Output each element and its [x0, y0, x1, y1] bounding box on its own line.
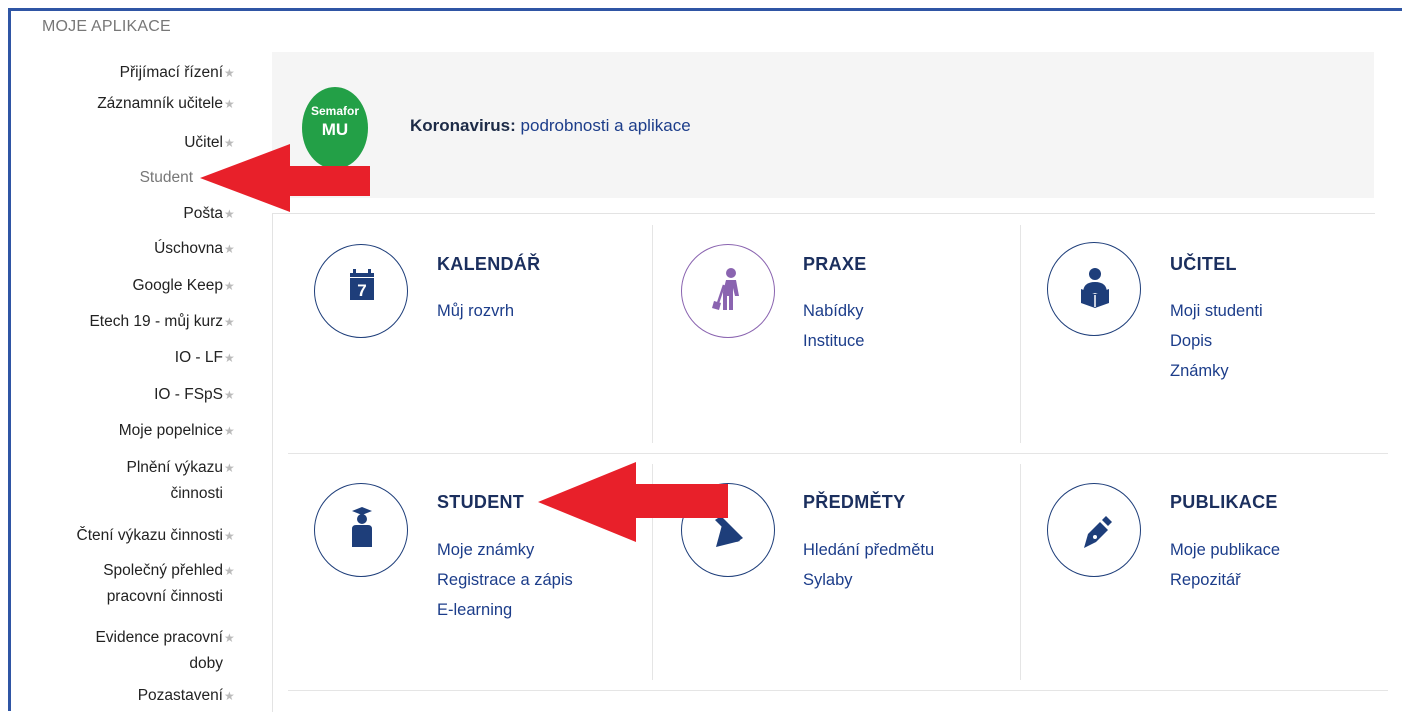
banner-link[interactable]: podrobnosti a aplikace: [521, 116, 691, 135]
grid-divider: [1020, 225, 1021, 443]
pin-icon[interactable]: ★: [224, 455, 238, 481]
banner-label: Koronavirus:: [410, 116, 516, 135]
pin-icon[interactable]: ★: [224, 60, 238, 86]
grid-divider: [288, 690, 1388, 691]
link-repozitar[interactable]: Repozitář: [1170, 571, 1241, 590]
sidebar-item-spolecny-prehled[interactable]: Společný přehled pracovní činnosti: [103, 558, 223, 610]
pin-icon[interactable]: ★: [224, 418, 238, 444]
grid-divider: [652, 225, 653, 443]
calendar-icon: 7: [350, 269, 374, 300]
tile-title-praxe[interactable]: PRAXE: [803, 254, 867, 275]
calendar-day: 7: [357, 281, 366, 300]
banner-text: Koronavirus: podrobnosti a aplikace: [410, 116, 691, 136]
student-tile-circle[interactable]: [314, 483, 408, 577]
pin-icon[interactable]: ★: [224, 91, 238, 117]
pin-icon[interactable]: ★: [224, 236, 238, 262]
pin-icon[interactable]: ★: [224, 345, 238, 371]
link-hledani-predmetu[interactable]: Hledání předmětu: [803, 541, 934, 560]
sidebar-item-label: IO - LF: [174, 349, 223, 366]
red-arrow-annotation: [200, 144, 370, 212]
sidebar-item-moje-popelnice[interactable]: Moje popelnice: [119, 418, 223, 444]
sidebar-item-label: Google Keep: [132, 277, 224, 294]
sidebar-item-label: Student: [139, 169, 193, 186]
semafor-badge-line1: Semafor: [310, 104, 360, 118]
reading-person-icon: [1081, 268, 1109, 308]
link-instituce[interactable]: Instituce: [803, 332, 864, 351]
praxe-tile-circle[interactable]: [681, 244, 775, 338]
sidebar-item-label: Evidence pracovní: [95, 629, 223, 646]
link-nabidky[interactable]: Nabídky: [803, 302, 864, 321]
sidebar-item-label: Pozastavení: [137, 687, 223, 704]
tile-title-predmety[interactable]: PŘEDMĚTY: [803, 492, 905, 513]
semafor-badge-line2: MU: [321, 120, 349, 139]
sidebar-item-label: Záznamník učitele: [97, 95, 223, 112]
sidebar-item-label: činnosti: [170, 485, 223, 502]
fountain-pen-icon: [1084, 516, 1112, 548]
pin-icon[interactable]: ★: [224, 382, 238, 408]
sidebar-item-io-fsps[interactable]: IO - FSpS: [154, 382, 223, 408]
pin-icon[interactable]: ★: [224, 273, 238, 299]
sidebar-item-etech[interactable]: Etech 19 - můj kurz: [89, 309, 223, 335]
sidebar-item-google-keep[interactable]: Google Keep: [133, 273, 224, 299]
pin-icon[interactable]: ★: [224, 309, 238, 335]
link-sylaby[interactable]: Sylaby: [803, 571, 853, 590]
sidebar-item-pozastaveni[interactable]: Pozastavení: [138, 683, 223, 709]
pin-icon[interactable]: ★: [224, 683, 238, 709]
sidebar-item-plneni-vykazu[interactable]: Plnění výkazu činnosti: [127, 455, 224, 507]
sidebar-item-prijimaci-rizeni[interactable]: Přijímací řízení: [120, 60, 223, 86]
link-registrace-a-zapis[interactable]: Registrace a zápis: [437, 571, 573, 590]
tile-title-kalendar[interactable]: KALENDÁŘ: [437, 254, 540, 275]
grid-divider: [1020, 464, 1021, 680]
tile-title-publikace[interactable]: PUBLIKACE: [1170, 492, 1278, 513]
sidebar-item-label: Společný přehled: [103, 562, 223, 579]
link-znamky[interactable]: Známky: [1170, 362, 1229, 381]
sidebar-item-evidence-pracovni-doby[interactable]: Evidence pracovní doby: [95, 625, 223, 677]
link-dopis[interactable]: Dopis: [1170, 332, 1212, 351]
worker-icon: [712, 268, 739, 310]
link-moji-studenti[interactable]: Moji studenti: [1170, 302, 1263, 321]
sidebar-item-label: Úschovna: [154, 240, 223, 257]
publikace-tile-circle[interactable]: [1047, 483, 1141, 577]
sidebar-item-zaznamnik-ucitele[interactable]: Záznamník učitele: [97, 91, 223, 117]
sidebar: MOJE APLIKACE Přijímací řízení ★ Záznamn…: [11, 11, 249, 711]
app-grid: [272, 213, 1375, 712]
sidebar-title: MOJE APLIKACE: [42, 18, 171, 35]
pin-icon[interactable]: ★: [224, 558, 238, 584]
calendar-tile-circle[interactable]: 7: [314, 244, 408, 338]
sidebar-item-student[interactable]: Student: [140, 165, 193, 191]
sidebar-item-label: Čtení výkazu činnosti: [76, 527, 223, 544]
sidebar-item-label: Přijímací řízení: [119, 64, 223, 81]
sidebar-item-cteni-vykazu[interactable]: Čtení výkazu činnosti: [77, 523, 223, 549]
sidebar-item-label: pracovní činnosti: [106, 588, 223, 605]
ucitel-tile-circle[interactable]: [1047, 242, 1141, 336]
pin-icon[interactable]: ★: [224, 625, 238, 651]
sidebar-item-io-lf[interactable]: IO - LF: [175, 345, 223, 371]
red-arrow-annotation: [538, 462, 728, 542]
link-moje-publikace[interactable]: Moje publikace: [1170, 541, 1280, 560]
pin-icon[interactable]: ★: [224, 523, 238, 549]
link-e-learning[interactable]: E-learning: [437, 601, 512, 620]
sidebar-item-label: doby: [189, 655, 223, 672]
sidebar-item-label: IO - FSpS: [154, 386, 223, 403]
tile-title-student[interactable]: STUDENT: [437, 492, 524, 513]
grid-divider: [288, 453, 1388, 454]
link-moje-znamky[interactable]: Moje známky: [437, 541, 534, 560]
sidebar-item-label: Plnění výkazu: [126, 459, 224, 476]
tile-title-ucitel[interactable]: UČITEL: [1170, 254, 1237, 275]
link-muj-rozvrh[interactable]: Můj rozvrh: [437, 302, 514, 321]
graduate-icon: [352, 507, 372, 547]
sidebar-item-uschovna[interactable]: Úschovna: [154, 236, 223, 262]
sidebar-item-label: Moje popelnice: [118, 422, 223, 439]
sidebar-item-label: Etech 19 - můj kurz: [89, 313, 223, 330]
